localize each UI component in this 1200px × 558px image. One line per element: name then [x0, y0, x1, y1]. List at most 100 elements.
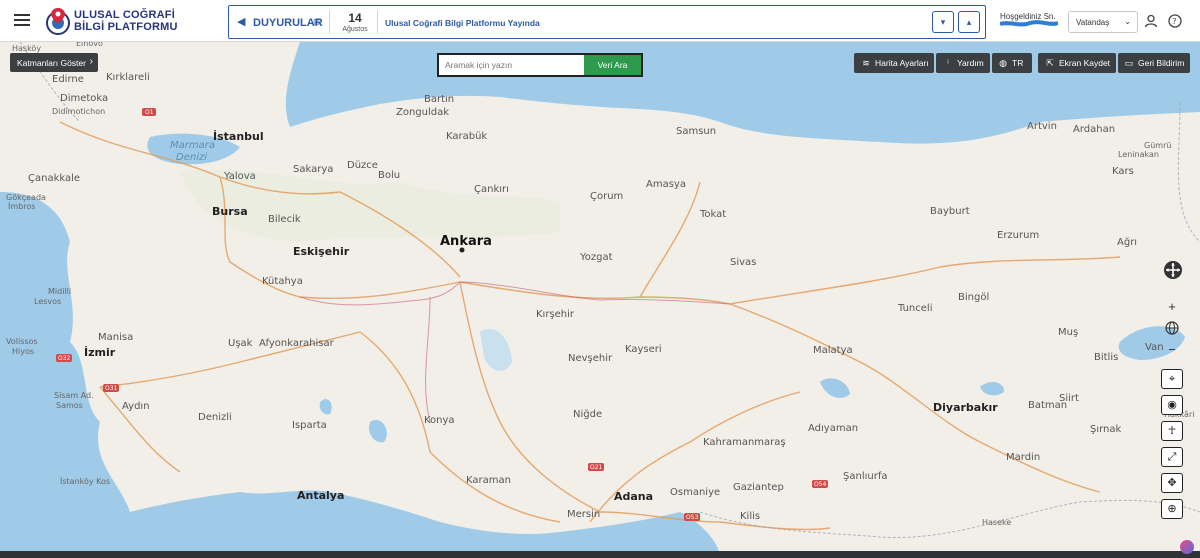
role-value: Vatandaş	[1076, 18, 1110, 27]
svg-text:Malatya: Malatya	[813, 345, 853, 356]
svg-text:Volissos: Volissos	[6, 337, 38, 346]
svg-text:Bartın: Bartın	[424, 94, 454, 105]
assistant-icon[interactable]	[1180, 540, 1194, 554]
svg-text:Kırşehir: Kırşehir	[536, 309, 575, 320]
show-layers-button[interactable]: Katmanları Göster ›	[10, 53, 98, 72]
data-search-button[interactable]: Veri Ara	[584, 55, 641, 75]
crosshair-add-icon[interactable]: ⊕	[1161, 499, 1183, 519]
svg-text:Kahramanmaraş: Kahramanmaraş	[703, 437, 786, 448]
svg-text:O54: O54	[814, 481, 827, 488]
svg-text:Düzce: Düzce	[347, 160, 378, 171]
help-icon[interactable]: ?	[1168, 14, 1182, 28]
save-screen-label: Ekran Kaydet	[1059, 58, 1111, 68]
list-icon[interactable]: ≡	[313, 15, 320, 29]
svg-text:Antalya: Antalya	[297, 489, 344, 502]
svg-text:Kilis: Kilis	[740, 511, 760, 522]
user-icon[interactable]	[1144, 14, 1158, 28]
svg-text:Didimotichon: Didimotichon	[52, 107, 105, 116]
show-layers-label: Katmanları Göster	[17, 58, 86, 68]
feedback-label: Geri Bildirim	[1138, 58, 1185, 68]
svg-text:Yozgat: Yozgat	[579, 252, 613, 263]
svg-text:Karabük: Karabük	[446, 131, 487, 142]
chevron-down-icon[interactable]: ▾	[932, 11, 954, 33]
pan-icon[interactable]	[1163, 260, 1183, 280]
svg-text:Kırklareli: Kırklareli	[106, 72, 150, 83]
globe-icon[interactable]	[1165, 321, 1179, 335]
svg-text:Van: Van	[1145, 342, 1164, 353]
role-select[interactable]: Vatandaş ⌄	[1068, 11, 1138, 33]
platform-logo	[46, 8, 70, 35]
svg-text:Niğde: Niğde	[573, 408, 602, 420]
svg-text:Konya: Konya	[424, 415, 455, 426]
gamepad-icon[interactable]: ✥	[1161, 473, 1183, 493]
svg-text:Osmaniye: Osmaniye	[670, 487, 720, 498]
svg-text:Bursa: Bursa	[212, 205, 248, 218]
svg-text:Çankırı: Çankırı	[474, 184, 509, 195]
username-scribble	[1000, 20, 1058, 27]
header-bar: ULUSAL COĞRAFİ BİLGİ PLATFORMU ◀ DUYURUL…	[0, 0, 1200, 42]
brand-line1: ULUSAL COĞRAFİ	[74, 9, 175, 21]
accessibility-icon[interactable]: ☥	[1161, 421, 1183, 441]
location-pin-icon[interactable]: ⌖	[1161, 369, 1183, 389]
svg-text:Denizli: Denizli	[198, 412, 232, 423]
svg-text:?: ?	[1172, 17, 1176, 26]
svg-text:Adıyaman: Adıyaman	[808, 423, 858, 434]
svg-text:İmbros: İmbros	[8, 201, 35, 211]
chevron-down-icon: ⌄	[1124, 17, 1131, 26]
brand-line2: BİLGİ PLATFORMU	[74, 21, 178, 33]
svg-text:Lesvos: Lesvos	[34, 297, 61, 306]
svg-text:Isparta: Isparta	[292, 420, 327, 431]
search-bar: Veri Ara	[437, 53, 643, 77]
info-icon: ⁱ	[947, 58, 949, 68]
svg-text:Leninakan: Leninakan	[1118, 150, 1159, 159]
status-bar	[0, 551, 1200, 558]
svg-text:Şırnak: Şırnak	[1090, 424, 1122, 435]
svg-text:Bingöl: Bingöl	[958, 292, 989, 303]
language-button[interactable]: ◍ TR	[992, 53, 1032, 73]
svg-text:O21: O21	[590, 464, 603, 471]
svg-text:O32: O32	[58, 355, 71, 362]
map-settings-button[interactable]: ≋ Harita Ayarları	[854, 53, 934, 73]
map-settings-label: Harita Ayarları	[875, 58, 929, 68]
menu-icon[interactable]	[14, 14, 30, 26]
language-label: TR	[1012, 58, 1024, 68]
svg-text:Bayburt: Bayburt	[930, 206, 970, 217]
chevron-up-icon[interactable]: ▴	[958, 11, 980, 33]
svg-text:Artvin: Artvin	[1027, 121, 1057, 132]
label-ankara: Ankara	[440, 234, 492, 249]
svg-text:Eskişehir: Eskişehir	[293, 245, 350, 258]
svg-text:Sisam Ad.: Sisam Ad.	[54, 391, 94, 400]
svg-text:Midilli: Midilli	[48, 287, 71, 296]
svg-text:Samsun: Samsun	[676, 126, 716, 137]
svg-text:Afyonkarahisar: Afyonkarahisar	[259, 338, 335, 349]
svg-text:Kayseri: Kayseri	[625, 344, 662, 355]
svg-text:O53: O53	[686, 514, 699, 521]
svg-text:Diyarbakır: Diyarbakır	[933, 401, 998, 414]
search-input[interactable]	[441, 56, 585, 74]
svg-text:Manisa: Manisa	[98, 332, 133, 343]
svg-text:Gümrü: Gümrü	[1144, 141, 1171, 150]
svg-text:Sakarya: Sakarya	[293, 164, 333, 175]
svg-text:Bolu: Bolu	[378, 170, 400, 181]
save-screen-button[interactable]: ⇱ Ekran Kaydet	[1038, 53, 1116, 73]
eye-icon[interactable]: ◉	[1161, 395, 1183, 415]
help-button[interactable]: ⁱ Yardım	[936, 53, 990, 73]
announcement-message[interactable]: Ulusal Coğrafi Bilgi Platformu Yayında	[385, 18, 540, 28]
svg-text:Gökçeada: Gökçeada	[6, 193, 46, 202]
svg-text:Elhovo: Elhovo	[76, 42, 103, 48]
fullscreen-icon[interactable]: ⤢	[1161, 447, 1183, 467]
svg-text:Karaman: Karaman	[466, 475, 511, 486]
map-canvas[interactable]: Ankara İstanbul Bursa Eskişehir İzmir An…	[0, 42, 1200, 558]
announcement-banner: ◀ DUYURULAR ≡ 14 Ağustos Ulusal Coğrafi …	[228, 5, 986, 39]
svg-text:Kars: Kars	[1112, 166, 1134, 177]
svg-text:Tokat: Tokat	[699, 209, 726, 220]
svg-text:Adana: Adana	[614, 490, 653, 503]
svg-text:Hiyos: Hiyos	[12, 347, 34, 356]
zoom-out-icon[interactable]: −	[1162, 340, 1182, 360]
svg-text:İstanbul: İstanbul	[213, 129, 264, 143]
svg-text:Mardin: Mardin	[1006, 452, 1040, 463]
feedback-button[interactable]: ▭ Geri Bildirim	[1118, 53, 1190, 73]
zoom-in-icon[interactable]: +	[1162, 297, 1182, 317]
svg-text:İstanköy Kos: İstanköy Kos	[60, 476, 110, 486]
svg-text:Zonguldak: Zonguldak	[396, 107, 449, 118]
